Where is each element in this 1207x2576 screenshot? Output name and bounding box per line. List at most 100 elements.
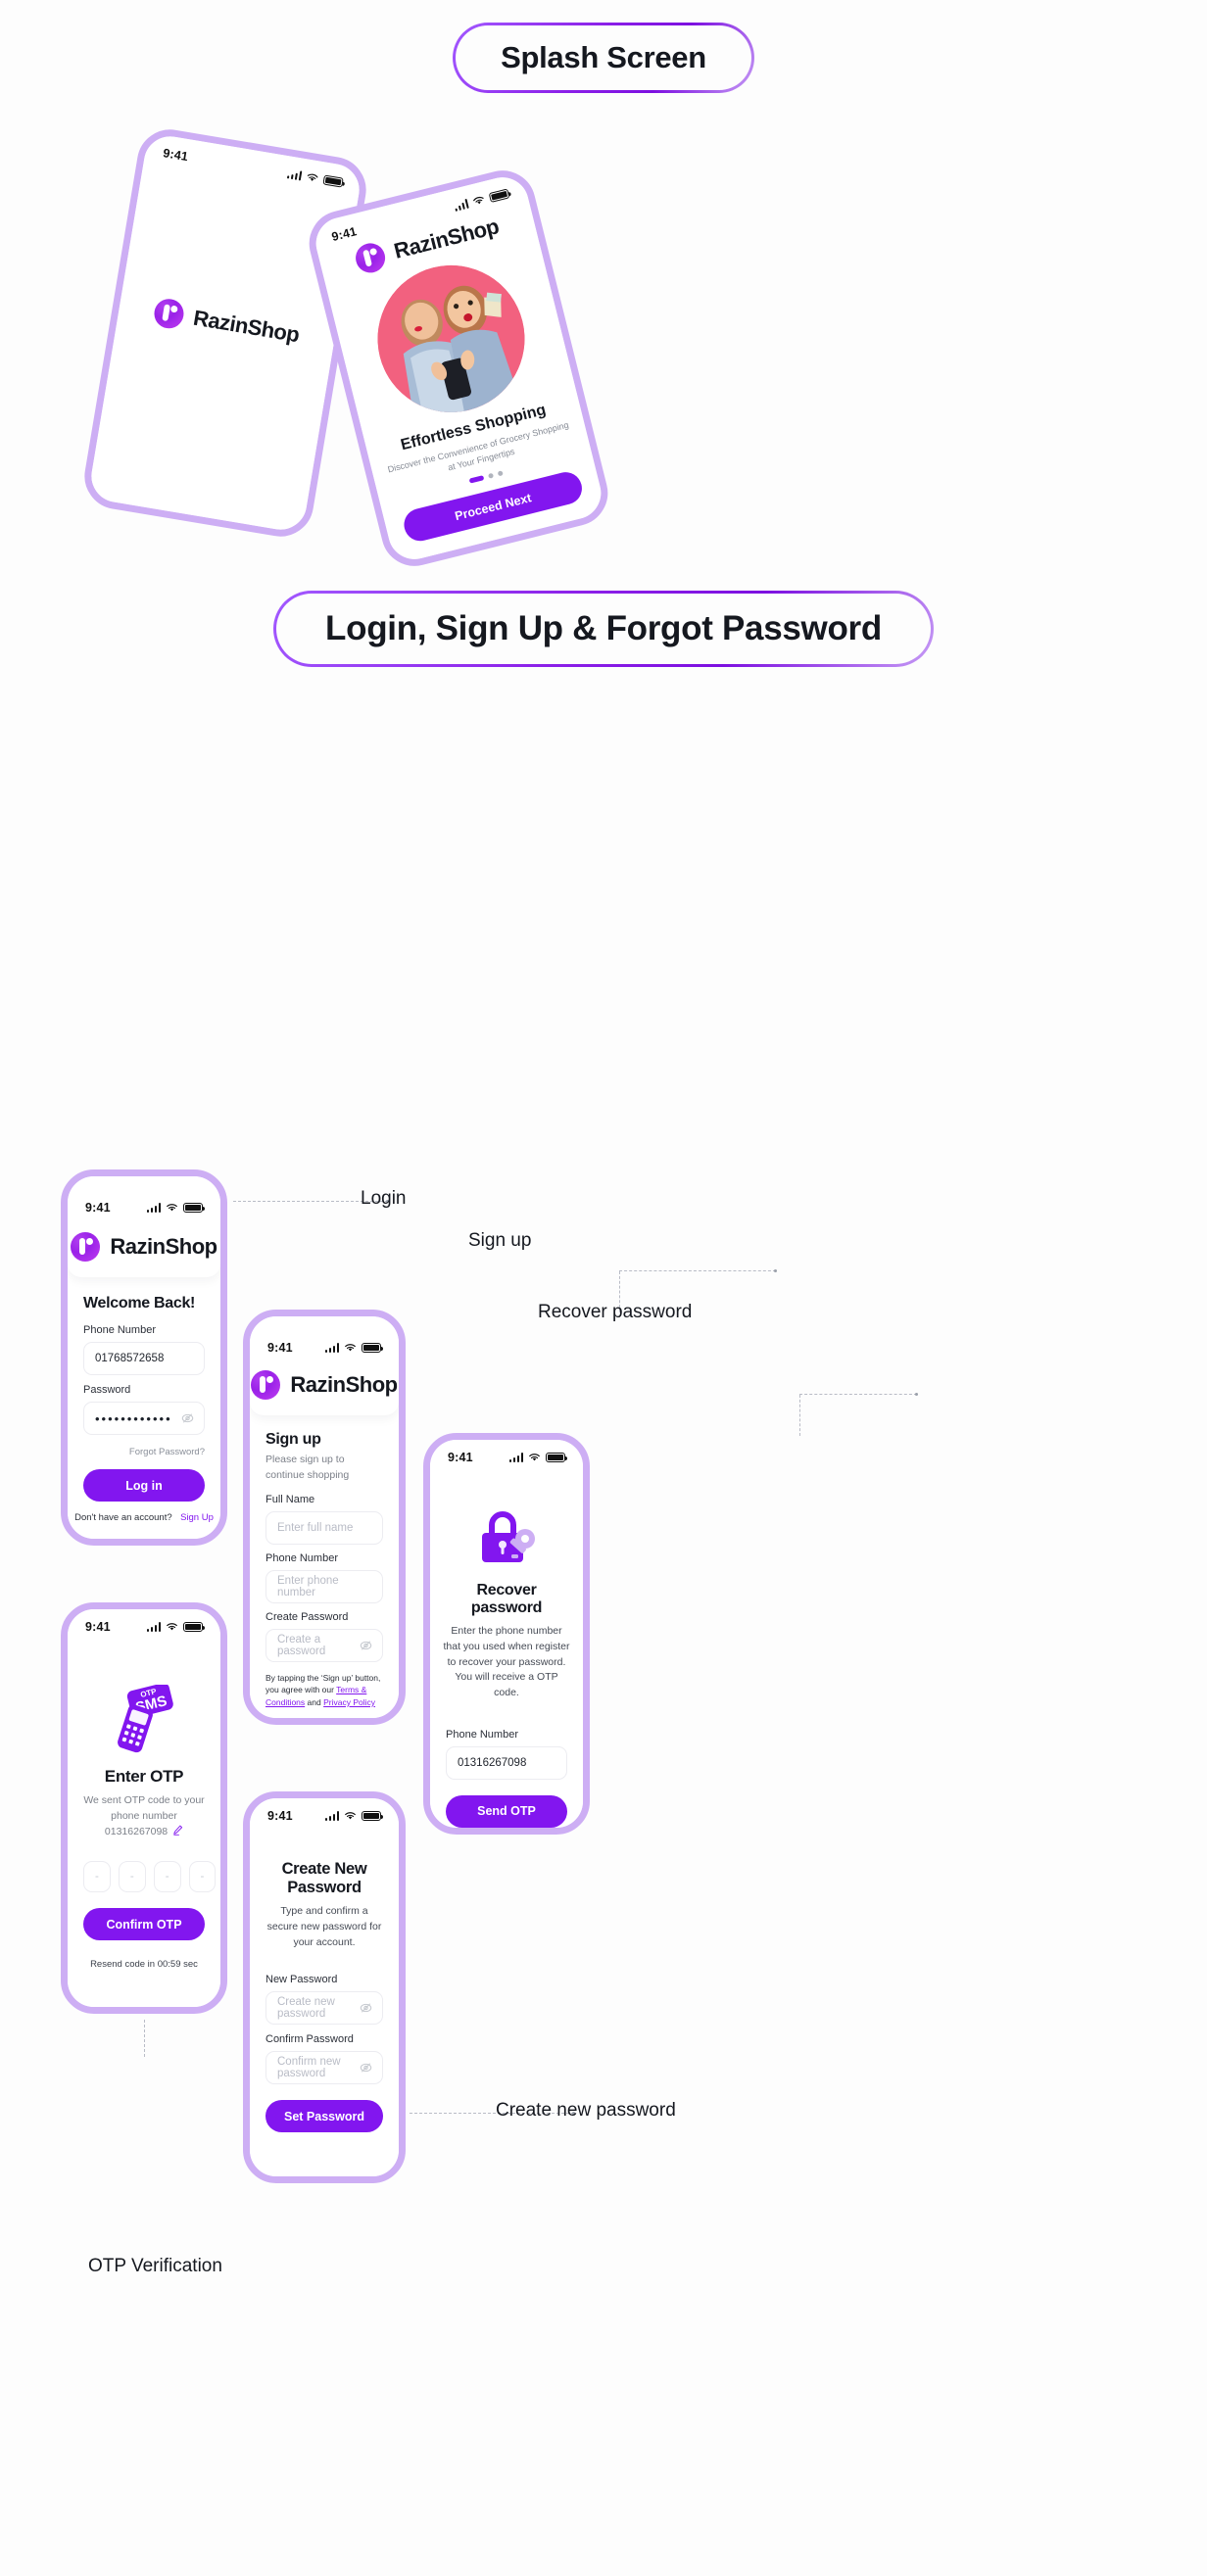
signup-heading: Sign up: [266, 1431, 321, 1448]
auth-title-pill: Login, Sign Up & Forgot Password: [273, 591, 934, 667]
battery-full-icon: [322, 174, 344, 188]
brand-logo: RazinShop: [152, 297, 302, 350]
razinshop-logo-mark: [353, 240, 389, 276]
otp-input-group[interactable]: - - - -: [68, 1861, 220, 1893]
login-annotation-label: Login: [361, 1188, 407, 1209]
phone-label: Phone Number: [446, 1728, 518, 1741]
phone-label: Phone Number: [266, 1551, 338, 1564]
status-time: 9:41: [85, 1620, 111, 1634]
status-bar: 9:41: [430, 1440, 583, 1468]
battery-full-icon: [362, 1343, 384, 1353]
razinshop-logo-mark: [152, 297, 187, 331]
confirm-otp-button[interactable]: Confirm OTP: [83, 1908, 205, 1941]
password-value: ••••••••••••: [95, 1410, 172, 1426]
otp-heading: Enter OTP: [104, 1767, 184, 1786]
recover-connector-line: [799, 1394, 917, 1395]
confirm-password-input[interactable]: Confirm new password: [266, 2051, 383, 2085]
eye-off-icon[interactable]: [181, 1412, 194, 1425]
signup-connector-dot: [774, 1268, 777, 1272]
status-bar: 9:41: [68, 1190, 220, 1218]
splash-title-pill: Splash Screen: [453, 23, 754, 93]
status-time: 9:41: [267, 1341, 293, 1355]
create-password-label: Create Password: [266, 1610, 349, 1623]
fullname-input[interactable]: Enter full name: [266, 1510, 383, 1545]
eye-off-icon[interactable]: [360, 2062, 372, 2075]
create-new-password-phone: 9:41 Create New Password Type and confir…: [243, 1791, 406, 2183]
cellular-signal-icon: [508, 1453, 523, 1462]
cellular-signal-icon: [324, 1811, 339, 1821]
create-password-input[interactable]: Create a password: [266, 1628, 383, 1662]
otp-box-2[interactable]: -: [118, 1861, 146, 1893]
newpass-subtitle: Type and confirm a secure new password f…: [266, 1905, 382, 1948]
signup-link[interactable]: Sign Up: [180, 1512, 214, 1523]
status-bar: 9:41: [250, 1798, 399, 1827]
send-otp-button[interactable]: Send OTP: [446, 1794, 567, 1828]
status-time: 9:41: [330, 224, 359, 245]
wifi-icon: [529, 1454, 540, 1461]
pencil-edit-icon[interactable]: [172, 1825, 183, 1836]
privacy-policy-link[interactable]: Privacy Policy: [323, 1697, 375, 1707]
status-time: 9:41: [85, 1201, 111, 1215]
signup-connector-line: [619, 1270, 776, 1271]
resend-code-text: Resend code in 00:59 sec: [90, 1959, 198, 1971]
pager-dot-active[interactable]: [468, 475, 484, 484]
status-time: 9:41: [448, 1451, 473, 1464]
recover-connector-dot: [915, 1392, 918, 1396]
otp-box-4[interactable]: -: [188, 1861, 217, 1893]
confirm-password-placeholder: Confirm new password: [277, 2056, 341, 2080]
set-password-button[interactable]: Set Password: [266, 2100, 383, 2133]
recover-heading: Recover password: [470, 1582, 543, 1616]
newpass-heading: Create New Password: [281, 1860, 367, 1896]
new-password-input[interactable]: Create new password: [266, 1991, 383, 2026]
splash-blank-phone: 9:41 RazinShop: [79, 124, 371, 542]
cellular-signal-icon: [146, 1203, 161, 1213]
wifi-icon: [167, 1204, 177, 1212]
pager-dot[interactable]: [497, 470, 504, 477]
brand-name: RazinShop: [110, 1234, 217, 1259]
recover-connector-vline: [799, 1395, 800, 1436]
razinshop-logo-mark: [251, 1370, 281, 1400]
status-time: 9:41: [267, 1809, 293, 1823]
battery-full-icon: [362, 1811, 384, 1821]
battery-full-icon: [546, 1453, 568, 1462]
razinshop-logo-mark: [71, 1232, 101, 1262]
forgot-password-link[interactable]: Forgot Password?: [129, 1447, 205, 1457]
phone-input[interactable]: 01768572658: [83, 1342, 205, 1375]
terms-and: and: [307, 1697, 321, 1707]
otp-phone-number: 01316267098: [104, 1825, 169, 1837]
brand-name: RazinShop: [290, 1372, 398, 1397]
cellular-signal-icon: [453, 198, 469, 213]
phone-input[interactable]: 01316267098: [446, 1745, 567, 1780]
newpass-annotation-label: Create new password: [496, 2100, 676, 2121]
eye-off-icon[interactable]: [360, 2002, 372, 2015]
battery-full-icon: [488, 188, 510, 203]
otp-annotation-label: OTP Verification: [88, 2256, 222, 2276]
wifi-icon: [307, 173, 318, 181]
wifi-icon: [345, 1812, 356, 1820]
password-input[interactable]: ••••••••••••: [83, 1402, 205, 1435]
new-password-label: New Password: [266, 1974, 338, 1986]
login-button[interactable]: Log in: [83, 1469, 205, 1502]
signup-annotation-label: Sign up: [468, 1230, 532, 1251]
otp-subtitle-line1: We sent OTP code to your phone number: [83, 1794, 205, 1822]
eye-off-icon[interactable]: [360, 1639, 372, 1651]
phone-input[interactable]: Enter phone number: [266, 1569, 383, 1603]
signup-screen-phone: 9:41 RazinShop Sign up Please sign up to…: [243, 1310, 406, 1725]
otp-box-3[interactable]: -: [153, 1861, 181, 1893]
wifi-icon: [167, 1623, 177, 1631]
battery-full-icon: [183, 1203, 206, 1213]
new-password-placeholder: Create new password: [277, 1996, 335, 2021]
status-time: 9:41: [162, 146, 190, 165]
pager-dot[interactable]: [487, 472, 494, 480]
proceed-next-button[interactable]: Proceed Next: [400, 468, 586, 545]
signup-prompt-text: Don't have an account?: [74, 1512, 172, 1523]
create-password-placeholder: Create a password: [277, 1633, 326, 1657]
confirm-password-label: Confirm Password: [266, 2033, 354, 2046]
status-bar: 9:41: [250, 1330, 399, 1359]
cellular-signal-icon: [324, 1343, 339, 1353]
lock-and-key-icon: [430, 1507, 583, 1568]
login-heading: Welcome Back!: [83, 1295, 196, 1312]
signup-subheading: Please sign up to continue shopping: [266, 1454, 350, 1481]
password-label: Password: [83, 1384, 131, 1396]
otp-box-1[interactable]: -: [83, 1861, 111, 1893]
